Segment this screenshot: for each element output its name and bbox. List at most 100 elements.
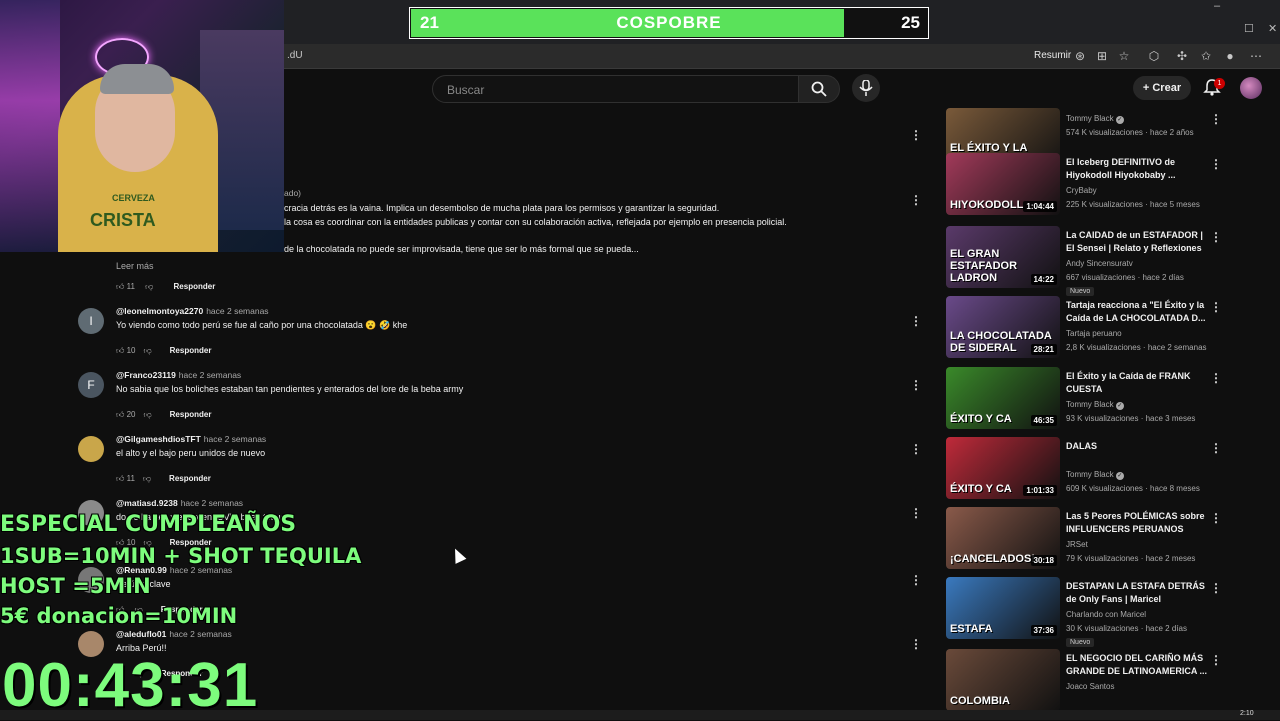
related-video-card[interactable]: ÉXITO Y CA 46:35 El Éxito y la Caída de FR… xyxy=(946,367,1236,429)
summarize-button[interactable]: Resumir xyxy=(1034,50,1071,61)
more-actions-icon[interactable]: ⋮ xyxy=(910,128,922,142)
more-actions-icon[interactable]: ⋮ xyxy=(910,442,922,456)
commenter-avatar[interactable] xyxy=(78,436,104,462)
video-thumbnail[interactable]: EL GRAN ESTAFADOR LADRON 14:22 xyxy=(946,226,1060,288)
comment-author[interactable]: @leonelmontoya2270 hace 2 semanas xyxy=(116,306,269,316)
reply-button[interactable]: Responder xyxy=(174,282,216,291)
more-actions-icon[interactable]: ⋮ xyxy=(1210,581,1222,595)
video-thumbnail[interactable]: ¡CANCELADOS! 30:18 xyxy=(946,507,1060,569)
channel-name-text[interactable]: Tommy Black xyxy=(1066,114,1114,123)
extension-icon[interactable]: ⬡ xyxy=(1146,48,1162,64)
like-icon[interactable]: 👍︎ xyxy=(116,474,124,483)
video-thumbnail[interactable]: LA CHOCOLATADA DE SIDERAL 28:21 xyxy=(946,296,1060,358)
reply-button[interactable]: Responder xyxy=(170,410,212,419)
more-actions-icon[interactable]: ⋮ xyxy=(910,314,922,328)
comment-timestamp[interactable]: hace 2 semanas xyxy=(206,306,268,316)
channel-name-text[interactable]: Tartaja peruano xyxy=(1066,329,1122,338)
comment-timestamp[interactable]: hace 2 semanas xyxy=(181,498,243,508)
comment-author-handle[interactable]: @GilgameshdiosTFT xyxy=(116,434,201,444)
more-actions-icon[interactable]: ⋮ xyxy=(1210,230,1222,244)
video-thumbnail[interactable]: HIYOKODOLL 1:04:44 xyxy=(946,153,1060,215)
channel-name[interactable]: Joaco Santos xyxy=(1066,682,1114,691)
like-icon[interactable]: 👍︎ xyxy=(116,346,124,355)
account-avatar[interactable] xyxy=(1240,77,1262,99)
channel-name[interactable]: Charlando con Maricel xyxy=(1066,610,1146,619)
channel-name[interactable]: Andy Sincensuratv xyxy=(1066,259,1133,268)
video-title[interactable]: DESTAPAN LA ESTAFA DETRÁS de Only Fans |… xyxy=(1066,580,1212,606)
dislike-icon[interactable]: 👎︎ xyxy=(144,410,152,419)
channel-name[interactable]: CryBaby xyxy=(1066,186,1097,195)
menu-dots-icon[interactable]: ⋯ xyxy=(1248,48,1264,64)
related-video-card[interactable]: LA CHOCOLATADA DE SIDERAL 28:21 Tartaja re… xyxy=(946,296,1236,358)
reply-button[interactable]: Responder xyxy=(170,346,212,355)
channel-name-text[interactable]: Charlando con Maricel xyxy=(1066,610,1146,619)
search-input[interactable] xyxy=(433,76,789,104)
more-actions-icon[interactable]: ⋮ xyxy=(1210,157,1222,171)
related-video-card[interactable]: COLOMBIA EL NEGOCIO DEL CARIÑO MÁS GRANDE… xyxy=(946,649,1236,711)
more-actions-icon[interactable]: ⋮ xyxy=(1210,371,1222,385)
bookmark-star-icon[interactable]: ☆ xyxy=(1116,48,1132,64)
comment-author[interactable]: @Franco23119 hace 2 semanas xyxy=(116,370,241,380)
more-actions-icon[interactable]: ⋮ xyxy=(1210,511,1222,525)
url-text[interactable]: .dU xyxy=(287,50,303,61)
channel-name[interactable]: Tartaja peruano xyxy=(1066,329,1122,338)
channel-name-text[interactable]: Andy Sincensuratv xyxy=(1066,259,1133,268)
reply-button[interactable]: Responder xyxy=(169,474,211,483)
comment-author-handle[interactable]: @Franco23119 xyxy=(116,370,176,380)
dislike-icon[interactable]: 👎︎ xyxy=(145,282,153,291)
channel-name[interactable]: Tommy Black ✓ xyxy=(1066,400,1124,410)
video-title[interactable]: EL NEGOCIO DEL CARIÑO MÁS GRANDE DE LATI… xyxy=(1066,652,1212,678)
comment-author-handle[interactable]: @aleduflo01 xyxy=(116,629,166,639)
dislike-icon[interactable]: 👎︎ xyxy=(143,474,151,483)
install-app-icon[interactable]: ⊞ xyxy=(1094,48,1110,64)
maximize-icon[interactable]: ☐ xyxy=(1244,22,1254,35)
comment-author-handle[interactable]: @leonelmontoya2270 xyxy=(116,306,203,316)
translate-icon[interactable]: ⊛ xyxy=(1072,48,1088,64)
video-title[interactable]: La CAIDAD de un ESTAFADOR | El Sensei | … xyxy=(1066,229,1212,255)
comment-timestamp[interactable]: hace 2 semanas xyxy=(169,629,231,639)
like-icon[interactable]: 👍︎ xyxy=(116,410,124,419)
channel-name[interactable]: JRSet xyxy=(1066,540,1088,549)
channel-name[interactable]: Tommy Black ✓ xyxy=(1066,114,1124,124)
comment-author-handle[interactable]: @matiasd.9238 xyxy=(116,498,178,508)
video-thumbnail[interactable]: ÉXITO Y CA 46:35 xyxy=(946,367,1060,429)
more-actions-icon[interactable]: ⋮ xyxy=(1210,441,1222,455)
video-title[interactable]: Tartaja reacciona a "El Éxito y la Caída… xyxy=(1066,299,1212,325)
video-title[interactable]: El Éxito y la Caída de FRANK CUESTA xyxy=(1066,370,1212,396)
channel-name-text[interactable]: Joaco Santos xyxy=(1066,682,1114,691)
close-icon[interactable]: ✕ xyxy=(1268,22,1277,35)
voice-search-button[interactable] xyxy=(852,74,880,102)
related-video-card[interactable]: ¡CANCELADOS! 30:18 Las 5 Peores POLÉMICAS … xyxy=(946,507,1236,569)
channel-name[interactable]: Tommy Black ✓ xyxy=(1066,470,1124,480)
video-thumbnail[interactable]: COLOMBIA xyxy=(946,649,1060,711)
search-button[interactable] xyxy=(798,75,840,103)
channel-name-text[interactable]: Tommy Black xyxy=(1066,400,1114,409)
video-title[interactable]: Las 5 Peores POLÉMICAS sobre INFLUENCERS… xyxy=(1066,510,1212,536)
puzzle-icon[interactable]: ✣ xyxy=(1174,48,1190,64)
video-thumbnail[interactable]: ÉXITO Y CA 1:01:33 xyxy=(946,437,1060,499)
more-actions-icon[interactable]: ⋮ xyxy=(910,193,922,207)
more-actions-icon[interactable]: ⋮ xyxy=(1210,112,1222,126)
video-thumbnail[interactable]: ESTAFA 37:36 xyxy=(946,577,1060,639)
comment-timestamp[interactable]: hace 2 semanas xyxy=(204,434,266,444)
related-video-card[interactable]: HIYOKODOLL 1:04:44 El Iceberg DEFINITIVO d… xyxy=(946,153,1236,215)
commenter-avatar[interactable]: I xyxy=(78,308,104,334)
minimize-icon[interactable]: – xyxy=(1214,0,1220,12)
more-actions-icon[interactable]: ⋮ xyxy=(910,378,922,392)
channel-name-text[interactable]: CryBaby xyxy=(1066,186,1097,195)
commenter-avatar[interactable]: F xyxy=(78,372,104,398)
related-video-card[interactable]: ÉXITO Y CA 1:01:33 DALAS Tommy Black ✓ 609 K… xyxy=(946,437,1236,499)
video-title[interactable]: DALAS xyxy=(1066,440,1212,453)
more-actions-icon[interactable]: ⋮ xyxy=(1210,653,1222,667)
comment-author[interactable]: @aleduflo01 hace 2 semanas xyxy=(116,629,232,639)
related-video-card[interactable]: EL GRAN ESTAFADOR LADRON 14:22 La CAIDAD d… xyxy=(946,226,1236,296)
search-box[interactable] xyxy=(432,75,800,104)
like-icon[interactable]: 👍︎ xyxy=(116,282,124,291)
comment-author[interactable]: @matiasd.9238 hace 2 semanas xyxy=(116,498,243,508)
more-actions-icon[interactable]: ⋮ xyxy=(910,573,922,587)
dislike-icon[interactable]: 👎︎ xyxy=(144,346,152,355)
more-actions-icon[interactable]: ⋮ xyxy=(910,637,922,651)
channel-name-text[interactable]: Tommy Black xyxy=(1066,470,1114,479)
profile-icon[interactable]: ● xyxy=(1222,48,1238,64)
more-actions-icon[interactable]: ⋮ xyxy=(1210,300,1222,314)
